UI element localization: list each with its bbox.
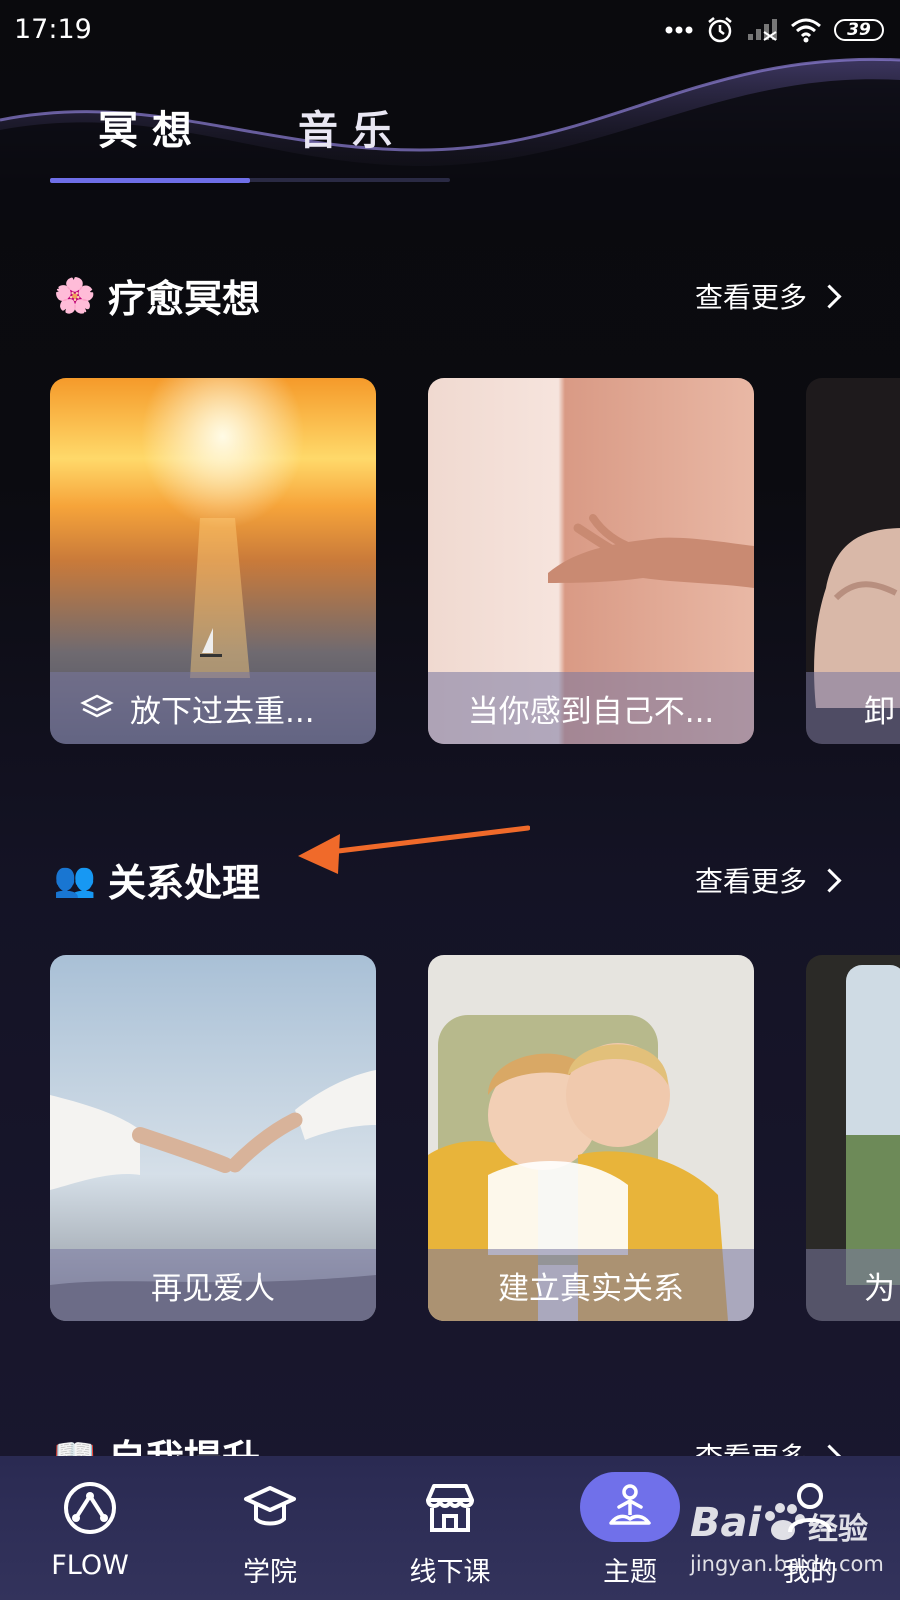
watermark-suffix: 经验 — [808, 1512, 868, 1547]
card-title: 再见爱人 — [151, 1270, 275, 1307]
store-icon — [420, 1478, 480, 1538]
card-let-go-past[interactable]: 放下过去重... — [50, 378, 376, 744]
section-title-healing: 🌸 疗愈冥想 — [52, 268, 260, 323]
card-caption: 放下过去重... — [50, 672, 376, 744]
more-dots-icon — [665, 26, 693, 34]
nav-label: 线下课 — [409, 1557, 491, 1588]
view-more-relationships-link[interactable]: 查看更多 — [694, 860, 842, 900]
card-caption: 建立真实关系 — [428, 1249, 754, 1321]
graduation-cap-icon — [240, 1478, 300, 1538]
card-unload[interactable]: 卸 — [806, 378, 900, 744]
card-when-you-feel[interactable]: 当你感到自己不... — [428, 378, 754, 744]
nav-flow[interactable]: FLOW — [20, 1456, 160, 1600]
baidu-watermark: Bai 经验 jingyan.baidu.com — [690, 1500, 890, 1590]
chevron-right-icon — [817, 867, 842, 893]
card-title: 建立真实关系 — [498, 1270, 684, 1307]
section-label: 关系处理 — [108, 861, 261, 905]
cherry-blossom-icon: 🌸 — [53, 275, 97, 316]
people-icon: 👥 — [53, 859, 97, 900]
flow-icon — [60, 1478, 120, 1538]
layers-icon — [80, 694, 114, 718]
nav-label: 学院 — [243, 1557, 297, 1588]
tab-active-indicator — [50, 178, 250, 183]
watermark-url: jingyan.baidu.com — [690, 1552, 884, 1576]
battery-indicator: 39 — [834, 19, 884, 41]
card-caption: 卸 — [806, 672, 900, 744]
card-build-real-relationships[interactable]: 建立真实关系 — [428, 955, 754, 1321]
nav-topics[interactable]: 主题 — [560, 1456, 700, 1600]
tab-music[interactable]: 音乐 — [298, 98, 406, 156]
nav-label: 主题 — [603, 1557, 657, 1588]
card-for[interactable]: 为 — [806, 955, 900, 1321]
section-label: 疗愈冥想 — [108, 277, 261, 321]
watermark-brand: Bai — [690, 1500, 762, 1546]
nav-label: FLOW — [51, 1550, 129, 1581]
orange-arrow-annotation — [298, 825, 530, 874]
status-bar: 17:19 39 — [0, 0, 900, 64]
view-more-healing-link[interactable]: 查看更多 — [694, 276, 842, 316]
meditation-icon — [600, 1478, 660, 1538]
nav-offline-class[interactable]: 线下课 — [380, 1456, 520, 1600]
card-title: 为 — [864, 1270, 895, 1307]
card-caption: 为 — [806, 1249, 900, 1321]
status-time: 17:19 — [14, 14, 92, 45]
card-caption: 当你感到自己不... — [428, 672, 754, 744]
view-more-label: 查看更多 — [694, 865, 807, 898]
paw-icon — [765, 1503, 805, 1540]
section-title-relationships: 👥 关系处理 — [52, 852, 260, 907]
card-title: 放下过去重... — [130, 693, 315, 730]
chevron-right-icon — [817, 283, 842, 309]
alarm-icon — [708, 17, 732, 43]
nav-academy[interactable]: 学院 — [200, 1456, 340, 1600]
top-tabs: 冥想 音乐 — [50, 98, 450, 186]
signal-icon — [748, 19, 777, 41]
status-icons: 39 — [664, 12, 884, 48]
page-background — [0, 0, 900, 1600]
view-more-label: 查看更多 — [694, 281, 807, 314]
card-title: 当你感到自己不... — [467, 693, 715, 730]
wifi-icon — [791, 18, 821, 43]
card-goodbye-lover[interactable]: 再见爱人 — [50, 955, 376, 1321]
card-title: 卸 — [864, 693, 895, 730]
card-caption: 再见爱人 — [50, 1249, 376, 1321]
tab-meditation[interactable]: 冥想 — [98, 98, 206, 156]
